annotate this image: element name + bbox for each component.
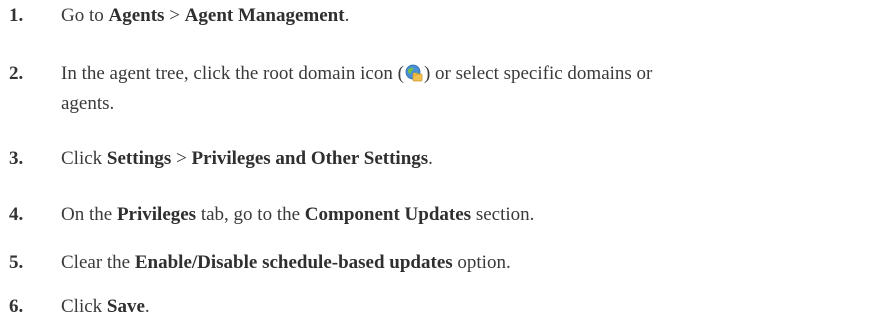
- step-text: Clear the Enable/Disable schedule-based …: [61, 248, 861, 278]
- text-run: option.: [452, 252, 511, 273]
- globe-folder-icon: [405, 64, 423, 82]
- ui-term-agent-management: Agent Management: [184, 5, 345, 26]
- text-run: Click: [61, 296, 107, 317]
- text-run: Go to: [61, 5, 109, 26]
- ui-term-settings: Settings: [106, 148, 172, 169]
- step-number: 2.: [9, 63, 24, 84]
- text-run: >: [164, 5, 185, 26]
- ui-term-save: Save: [106, 296, 145, 317]
- text-run: section.: [471, 204, 535, 225]
- ui-term-enable-disable-schedule-based-updates: Enable/Disable schedule-based updates: [134, 252, 453, 273]
- text-run: agents.: [61, 93, 115, 114]
- step-number: 4.: [9, 204, 24, 225]
- step-text: In the agent tree, click the root domain…: [61, 59, 861, 119]
- text-run: ) or select specific domains or: [423, 63, 653, 84]
- text-run: .: [428, 148, 433, 169]
- step-text: On the Privileges tab, go to the Compone…: [61, 200, 861, 230]
- text-run: >: [171, 148, 192, 169]
- step-number: 3.: [9, 148, 24, 169]
- text-run: Click: [61, 148, 107, 169]
- ui-term-privileges-and-other-settings: Privileges and Other Settings: [191, 148, 429, 169]
- step-text: Click Save.: [61, 292, 861, 322]
- text-run: tab, go to the: [196, 204, 305, 225]
- text-run: .: [344, 5, 350, 26]
- step-number: 5.: [9, 252, 24, 273]
- step-number: 1.: [9, 5, 24, 26]
- ui-term-component-updates: Component Updates: [304, 204, 472, 225]
- ui-term-agents: Agents: [108, 5, 165, 26]
- text-run: On the: [61, 204, 117, 225]
- step-number: 6.: [9, 296, 24, 317]
- step-text: Go to Agents > Agent Management.: [61, 1, 861, 31]
- text-run: Clear the: [61, 252, 135, 273]
- text-run: In the agent tree, click the root domain…: [61, 63, 404, 84]
- text-run: .: [144, 296, 150, 317]
- ui-term-privileges: Privileges: [116, 204, 197, 225]
- step-text: Click Settings > Privileges and Other Se…: [61, 144, 861, 174]
